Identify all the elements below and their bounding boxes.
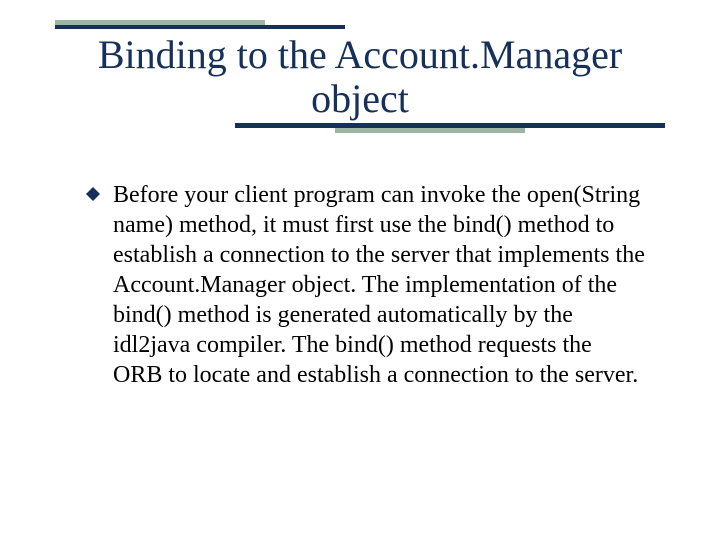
bullet-text: Before your client program can invoke th…	[113, 180, 645, 390]
slide-title-line1: Binding to the Account.Manager	[98, 32, 622, 77]
title-rule-top	[55, 25, 345, 29]
slide-title: Binding to the Account.Manager object	[55, 33, 665, 121]
title-block: Binding to the Account.Manager object	[55, 20, 665, 133]
title-accent-bottom	[335, 128, 525, 133]
bullet-row: Before your client program can invoke th…	[85, 180, 645, 390]
title-accent-bottom-wrap	[55, 128, 665, 133]
slide-title-line2: object	[311, 76, 409, 121]
diamond-bullet-icon	[85, 186, 101, 202]
body-block: Before your client program can invoke th…	[85, 180, 645, 390]
slide: Binding to the Account.Manager object Be…	[0, 0, 720, 540]
